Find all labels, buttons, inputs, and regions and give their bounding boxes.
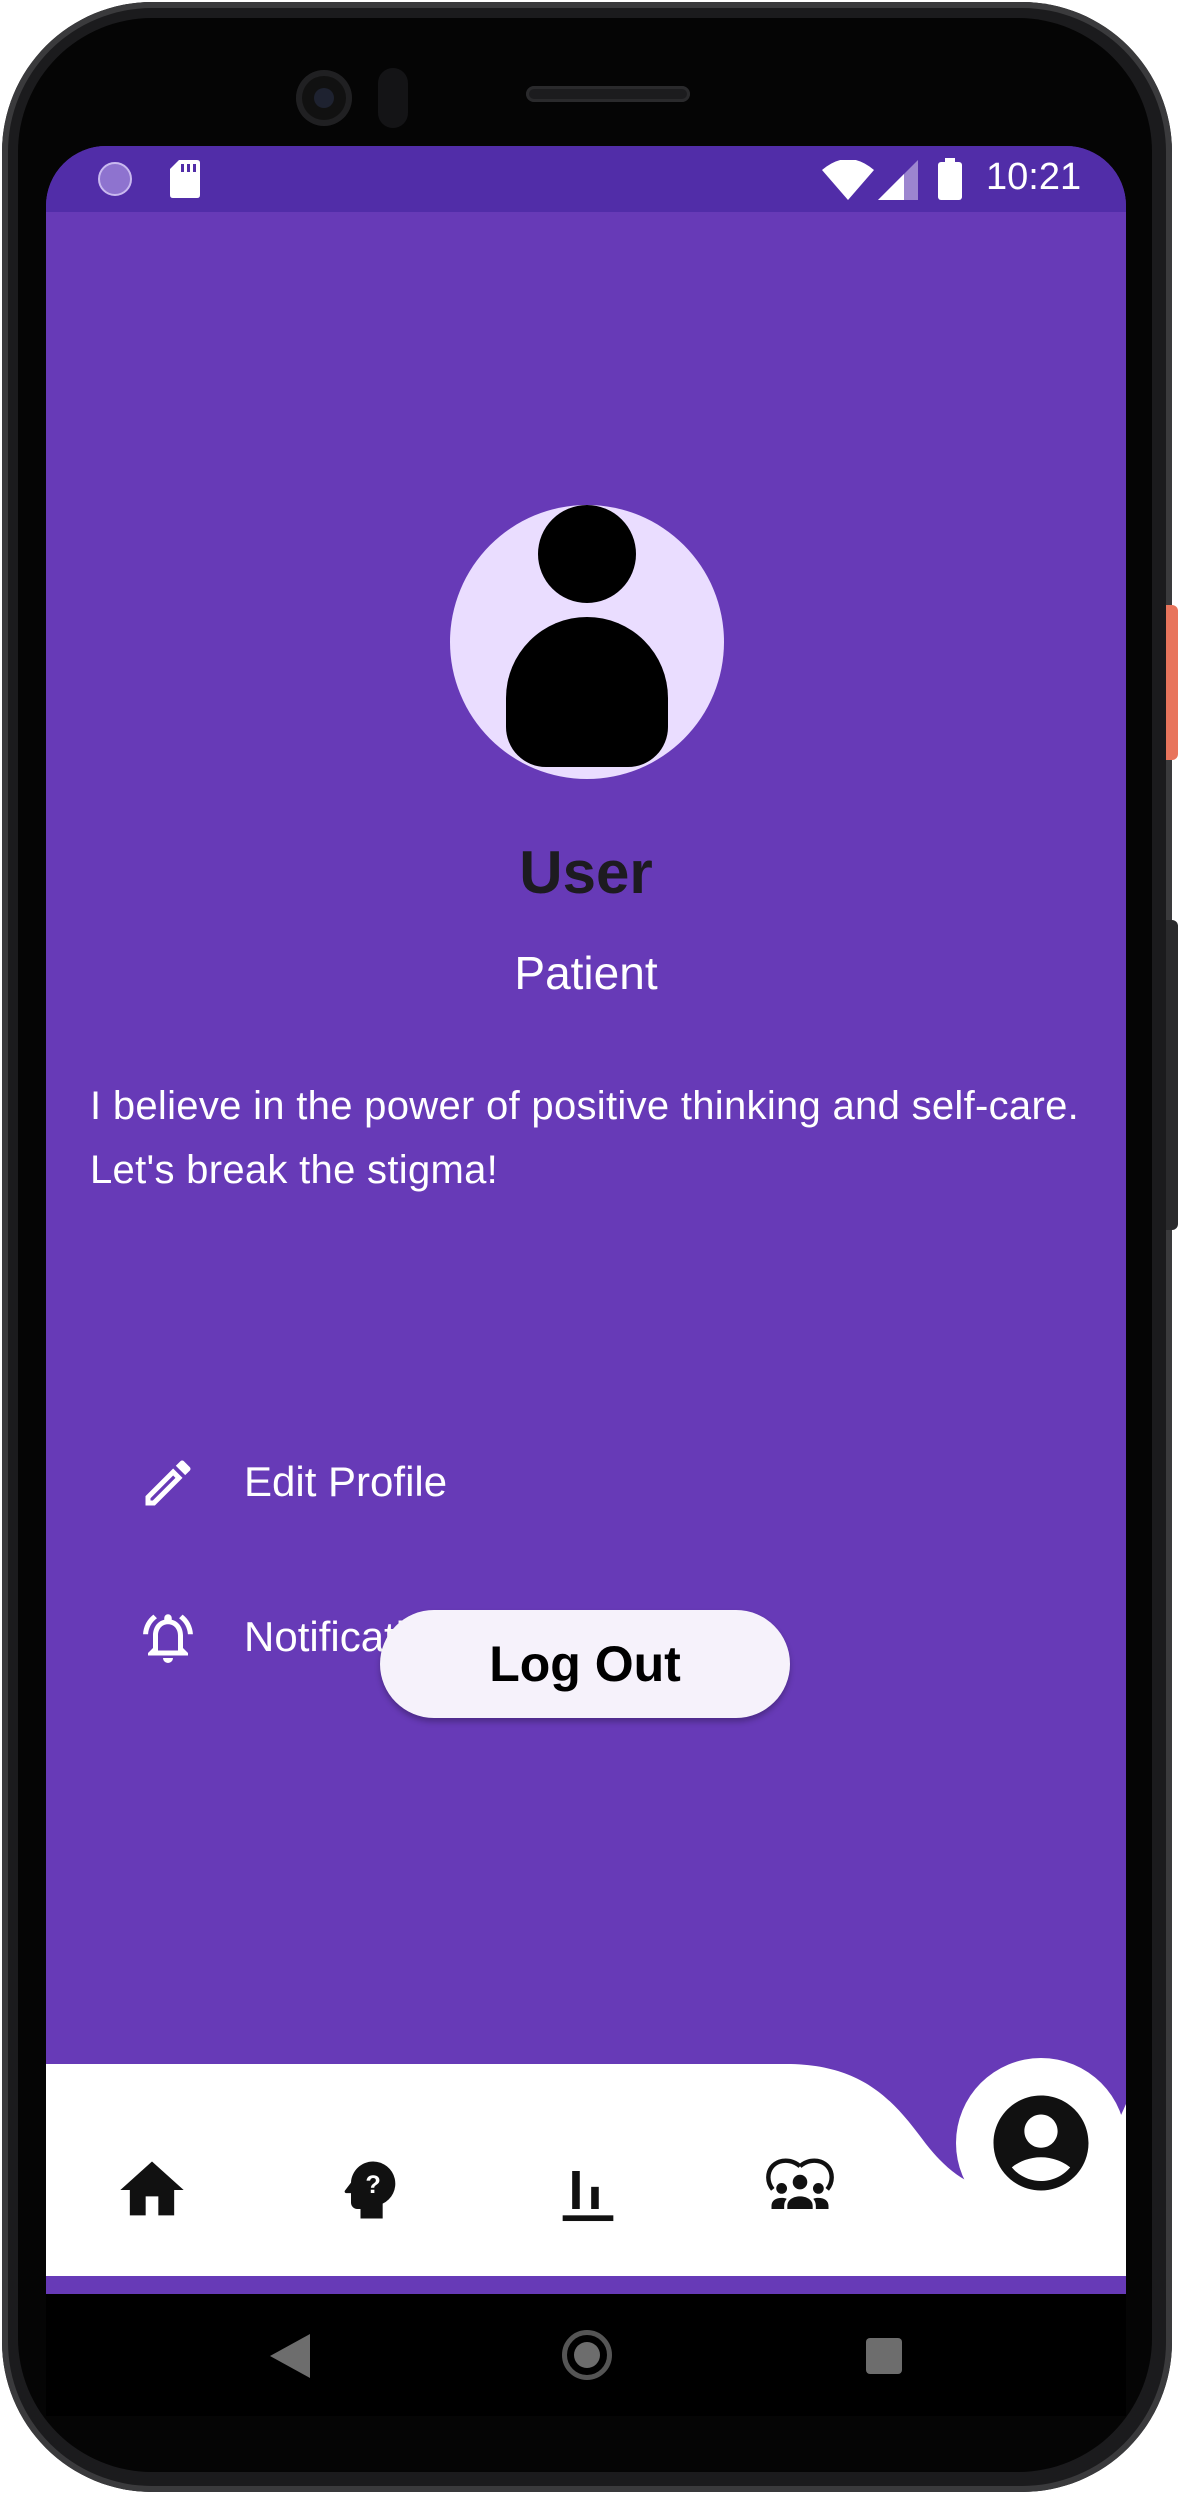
proximity-sensor [378,68,408,128]
battery-icon [938,158,962,200]
avatar-body [506,617,668,767]
svg-text:?: ? [365,2171,380,2199]
bar-chart-icon[interactable] [550,2152,626,2228]
cell-signal-icon [878,160,918,200]
user-name: User [519,839,653,906]
home-circle-icon[interactable] [562,2330,612,2380]
avatar-head [538,505,636,603]
profile-tab-button[interactable] [956,2058,1126,2228]
progress-circle-icon [98,162,132,196]
alarm-bell-icon [143,1614,193,1663]
earpiece-speaker [526,86,690,102]
system-navigation-bar [46,2294,1126,2416]
head-question-icon[interactable]: ? [332,2152,408,2228]
edit-profile-label: Edit Profile [244,1458,448,1505]
account-circle-icon [993,2095,1089,2191]
status-bar: 10:21 [46,146,1126,212]
status-time: 10:21 [986,156,1082,198]
group-icon[interactable] [762,2152,838,2228]
back-triangle-icon[interactable] [270,2334,310,2378]
front-camera [296,70,352,126]
recents-square-icon[interactable] [866,2338,902,2374]
pencil-icon [145,1460,191,1506]
app-screen: 10:21 User Patient I believe in the powe… [46,146,1126,2416]
home-icon[interactable] [114,2152,190,2228]
device-frame: 10:21 User Patient I believe in the powe… [0,0,1178,2498]
volume-button [1166,920,1178,1230]
edit-profile-item[interactable]: Edit Profile [90,1428,990,1538]
user-bio: I believe in the power of positive think… [90,1084,1080,1192]
power-button [1166,605,1178,760]
log-out-button[interactable]: Log Out [380,1610,790,1718]
sd-card-icon [170,160,200,198]
wifi-icon [822,160,874,200]
person-avatar-icon [450,505,724,779]
user-role: Patient [514,947,658,999]
